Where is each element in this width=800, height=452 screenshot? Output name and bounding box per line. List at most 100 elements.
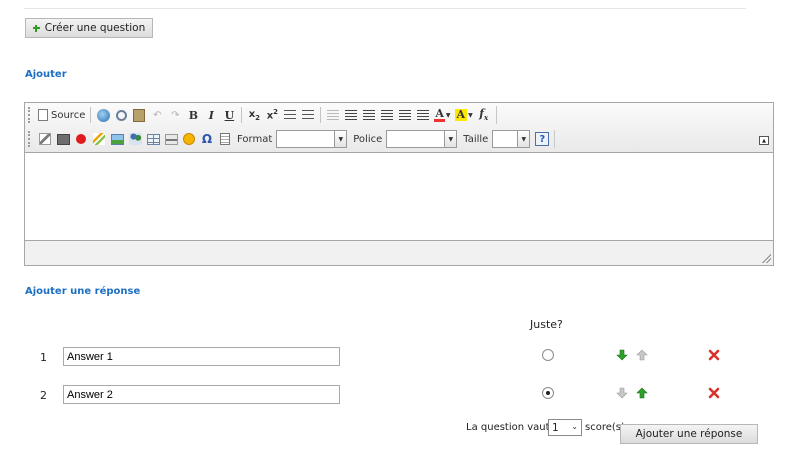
- smiley-icon: [183, 133, 195, 145]
- pencil-icon: [39, 133, 51, 145]
- formula-button[interactable]: fx: [475, 105, 493, 125]
- rich-text-editor: Source ↶ ↷ B I U x2 x2 A ▼ A ▼ fx Ω Form…: [24, 102, 774, 266]
- redo-button[interactable]: ↷: [166, 105, 184, 125]
- score-value: 1: [552, 421, 559, 434]
- move-down-arrow-icon[interactable]: [616, 387, 628, 399]
- help-button[interactable]: ?: [533, 129, 551, 149]
- superscript-icon: x2: [266, 108, 279, 122]
- resize-grip-icon[interactable]: [761, 253, 771, 263]
- create-question-label: Créer une question: [44, 22, 146, 34]
- editor-toolbar: Source ↶ ↷ B I U x2 x2 A ▼ A ▼ fx Ω Form…: [25, 103, 773, 152]
- record-button[interactable]: [72, 129, 90, 149]
- delete-x-icon[interactable]: [708, 387, 720, 399]
- section-title-add: Ajouter: [25, 69, 67, 80]
- font-select[interactable]: [386, 130, 446, 148]
- smiley-button[interactable]: [180, 129, 198, 149]
- highlight-color-icon: A: [454, 108, 468, 121]
- redo-icon: ↷: [171, 109, 180, 121]
- format-select-arrow[interactable]: ▼: [335, 130, 348, 148]
- toolbar-end: [495, 106, 497, 124]
- source-button[interactable]: Source: [36, 105, 87, 125]
- numbered-list-button[interactable]: [281, 105, 299, 125]
- source-icon: [38, 109, 48, 121]
- italic-icon: I: [208, 108, 214, 122]
- special-char-button[interactable]: Ω: [198, 129, 216, 149]
- collapse-toolbar-button[interactable]: ▲: [759, 136, 769, 145]
- outdent-button[interactable]: [324, 105, 342, 125]
- preview-button[interactable]: [112, 105, 130, 125]
- answer-row-number: 2: [40, 389, 47, 402]
- horizontal-rule-button[interactable]: [162, 129, 180, 149]
- caret-down-icon: ▼: [338, 135, 344, 143]
- toolbar-separator: [90, 107, 92, 123]
- edit-button[interactable]: [36, 129, 54, 149]
- score-select[interactable]: 1 ⌄: [548, 419, 582, 436]
- font-color-button[interactable]: A ▼: [432, 105, 452, 125]
- help-icon: ?: [535, 132, 550, 146]
- background-color-button[interactable]: A ▼: [453, 105, 475, 125]
- preview-icon: [115, 109, 127, 121]
- image-button[interactable]: [108, 129, 126, 149]
- bullet-list-icon: [302, 109, 315, 121]
- format-select[interactable]: [276, 130, 336, 148]
- undo-icon: ↶: [153, 109, 162, 121]
- underline-button[interactable]: U: [220, 105, 238, 125]
- toolbar-separator: [241, 107, 243, 123]
- paste-button[interactable]: [130, 105, 148, 125]
- outdent-icon: [327, 109, 340, 121]
- people-icon: [128, 133, 142, 145]
- move-up-arrow-icon[interactable]: [636, 349, 648, 361]
- align-justify-icon: [417, 109, 430, 121]
- align-left-button[interactable]: [360, 105, 378, 125]
- caret-down-icon: ▼: [468, 111, 473, 119]
- correct-radio-1[interactable]: [542, 349, 554, 361]
- image-icon: [110, 133, 124, 145]
- numbered-list-icon: [284, 109, 297, 121]
- create-question-button[interactable]: Créer une question: [25, 18, 153, 38]
- gallery-button[interactable]: [126, 129, 144, 149]
- taille-label: Taille: [463, 133, 489, 145]
- undo-button[interactable]: ↶: [148, 105, 166, 125]
- correct-radio-2[interactable]: [542, 387, 554, 399]
- horizontal-rule-icon: [164, 133, 178, 145]
- indent-icon: [345, 109, 358, 121]
- font-color-icon: A: [434, 106, 445, 122]
- plus-icon: [32, 24, 40, 32]
- flash-button[interactable]: [90, 129, 108, 149]
- indent-button[interactable]: [342, 105, 360, 125]
- table-button[interactable]: [144, 129, 162, 149]
- column-header-correct: Juste?: [530, 318, 563, 331]
- font-select-arrow[interactable]: ▼: [445, 130, 458, 148]
- toolbar-grip: [28, 131, 32, 147]
- video-button[interactable]: [54, 129, 72, 149]
- bold-button[interactable]: B: [184, 105, 202, 125]
- answer-input[interactable]: [63, 347, 340, 366]
- toolbar-row-1: Source ↶ ↷ B I U x2 x2 A ▼ A ▼ fx: [25, 104, 497, 126]
- chevron-down-icon: ⌄: [571, 422, 578, 431]
- formula-icon: fx: [479, 107, 489, 123]
- toolbar-separator: [320, 107, 322, 123]
- align-justify-button[interactable]: [414, 105, 432, 125]
- bold-icon: B: [188, 108, 199, 122]
- italic-button[interactable]: I: [202, 105, 220, 125]
- size-select[interactable]: [492, 130, 519, 148]
- superscript-button[interactable]: x2: [263, 105, 281, 125]
- page-break-button[interactable]: [216, 129, 234, 149]
- toolbar-row-2: Ω Format ▼ Police ▼ Taille ▼ ?: [25, 128, 556, 150]
- subscript-button[interactable]: x2: [245, 105, 263, 125]
- align-center-icon: [381, 109, 394, 121]
- align-right-button[interactable]: [396, 105, 414, 125]
- delete-x-icon[interactable]: [708, 349, 720, 361]
- bullet-list-button[interactable]: [299, 105, 317, 125]
- align-center-button[interactable]: [378, 105, 396, 125]
- add-answer-button[interactable]: Ajouter une réponse: [620, 424, 758, 444]
- move-up-arrow-icon[interactable]: [636, 387, 648, 399]
- link-button[interactable]: [94, 105, 112, 125]
- caret-down-icon: ▼: [445, 111, 451, 119]
- align-left-icon: [363, 109, 376, 121]
- answer-input[interactable]: [63, 385, 340, 404]
- move-down-arrow-icon[interactable]: [616, 349, 628, 361]
- size-select-arrow[interactable]: ▼: [518, 130, 531, 148]
- subscript-icon: x2: [248, 108, 261, 122]
- editor-content-area[interactable]: [25, 152, 773, 241]
